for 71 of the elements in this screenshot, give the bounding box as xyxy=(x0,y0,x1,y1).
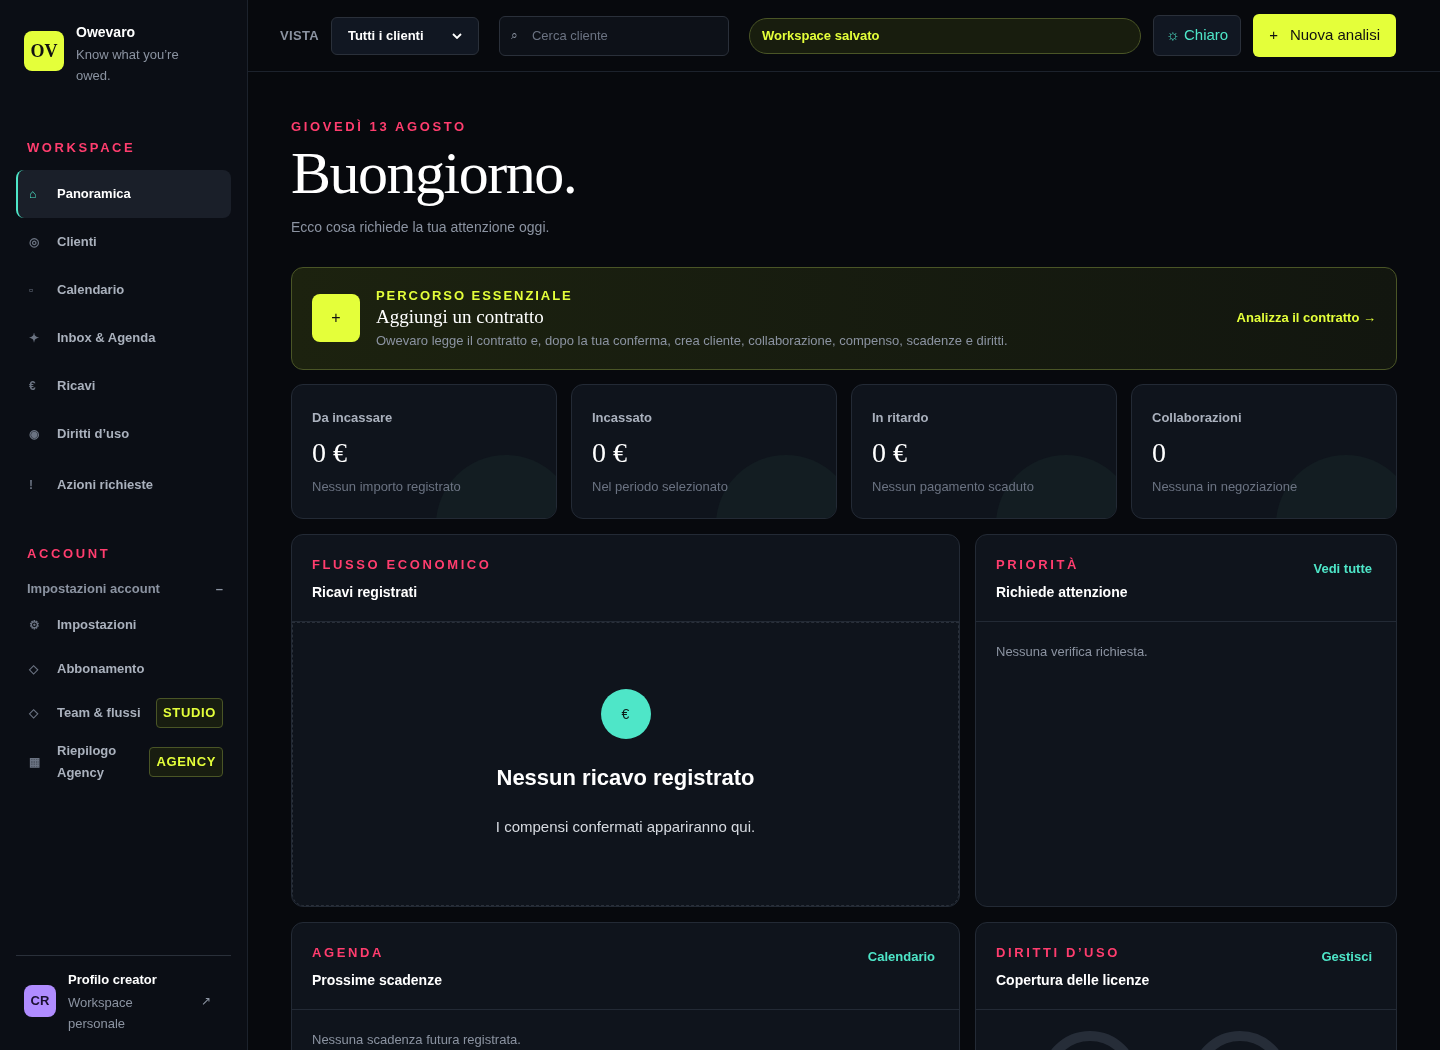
stat-note: Nessun pagamento scaduto xyxy=(872,478,1035,496)
plan-badge: AGENCY xyxy=(149,747,223,777)
logo-icon: OV xyxy=(24,31,64,71)
new-analysis-button[interactable]: + Nuova analisi xyxy=(1253,14,1396,57)
analyze-contract-link[interactable]: Analizza il contratto → xyxy=(1236,308,1376,328)
sidebar-item[interactable]: ◉ Diritti d’uso xyxy=(16,409,231,458)
sidebar-item[interactable]: ✦ Inbox & Agenda xyxy=(16,313,231,362)
euro-icon: € xyxy=(600,688,651,739)
panel-title: Copertura delle licenze xyxy=(996,971,1150,990)
stat-label: Collaborazioni xyxy=(1152,408,1243,427)
panel-eyebrow: PRIORITÀ xyxy=(996,555,1080,574)
sidebar-item[interactable]: ▫ Calendario xyxy=(16,265,231,314)
date-label: GIOVEDÌ 13 AGOSTO xyxy=(291,118,468,136)
sidebar-item[interactable]: ⚙ Impostazioni xyxy=(16,603,231,647)
panel-link[interactable]: Calendario xyxy=(867,946,935,967)
empty-message: Nessuna verifica richiesta. xyxy=(996,642,1149,661)
stat-value: 0 € xyxy=(872,436,908,470)
view-select[interactable]: Tutti i clienti xyxy=(330,16,479,55)
stat-value: 0 € xyxy=(592,436,628,470)
group-toggle[interactable]: Impostazioni account – xyxy=(16,575,231,603)
panel-title: Prossime scadenze xyxy=(312,971,442,990)
theme-button[interactable]: ☼ Chiaro xyxy=(1153,15,1242,56)
onboarding-eyebrow: PERCORSO ESSENZIALE xyxy=(376,286,574,305)
panel-eyebrow: FLUSSO ECONOMICO xyxy=(312,555,492,574)
empty-message: Nessuna scadenza futura registrata. xyxy=(312,1030,522,1049)
status-pill: Workspace salvato xyxy=(748,17,1142,54)
panel-eyebrow: DIRITTI D’USO xyxy=(996,943,1122,962)
external-link-icon: ↗ xyxy=(201,993,211,1009)
sidebar-item[interactable]: ! Azioni richieste xyxy=(16,457,231,512)
group-label: Impostazioni account xyxy=(27,580,160,599)
sidebar-item[interactable]: ◎ Clienti xyxy=(16,217,231,266)
brand-name: Owevaro xyxy=(76,23,137,42)
search-icon: ⌕ xyxy=(510,26,518,43)
stat-note: Nessun importo registrato xyxy=(312,478,462,496)
stat-value: 0 € xyxy=(312,436,348,470)
stat-label: Da incassare xyxy=(312,408,394,427)
section-heading: WORKSPACE xyxy=(26,139,137,157)
greeting-title: Buongiorno. xyxy=(291,140,578,205)
empty-state-title: Nessun ricavo registrato xyxy=(496,763,755,792)
panel-title: Ricavi registrati xyxy=(312,583,419,602)
sidebar-item[interactable]: ▦ Riepilogo Agency AGENCY xyxy=(16,735,231,789)
stat-value: 0 xyxy=(1152,436,1167,470)
stat-note: Nessuna in negoziazione xyxy=(1152,478,1299,496)
onboarding-title: Aggiungi un contratto xyxy=(376,305,545,329)
chevron-down-icon xyxy=(451,32,462,39)
profile-button[interactable]: CR Profilo creator Workspace personale ↗ xyxy=(16,955,231,1034)
stat-label: In ritardo xyxy=(872,408,930,427)
plan-badge: STUDIO xyxy=(156,698,223,728)
stat-note: Nel periodo selezionato xyxy=(592,478,729,496)
brand-tagline: Know what you’re owed. xyxy=(76,46,180,85)
view-label: VISTA xyxy=(280,26,319,45)
profile-name: Profilo creator xyxy=(68,971,158,989)
sun-icon: ☼ xyxy=(1166,24,1180,47)
profile-subtitle: Workspace personale xyxy=(68,994,134,1033)
avatar-icon: CR xyxy=(24,985,56,1017)
sidebar-item[interactable]: ◇ Abbonamento xyxy=(16,647,231,691)
panel-title: Richiede attenzione xyxy=(996,583,1128,602)
plus-icon: + xyxy=(312,294,360,342)
panel-eyebrow: AGENDA xyxy=(312,943,385,962)
collapse-icon: – xyxy=(215,579,223,599)
section-heading: ACCOUNT xyxy=(26,544,112,563)
stat-label: Incassato xyxy=(592,408,653,427)
onboarding-text: Owevaro legge il contratto e, dopo la tua conferma, crea cliente, collaborazione, compenso, scadenze e diritti. xyxy=(376,332,1009,350)
greeting-subtitle: Ecco cosa richiede la tua attenzione oggi. xyxy=(291,217,551,237)
sidebar-item[interactable]: ◇ Team & flussi STUDIO xyxy=(16,691,231,735)
panel-link[interactable]: Gestisci xyxy=(1321,946,1372,967)
panel-link[interactable]: Vedi tutte xyxy=(1313,558,1372,579)
sidebar-item[interactable]: ⌂ Panoramica xyxy=(16,169,231,218)
plus-icon: + xyxy=(1269,24,1278,47)
sidebar-item[interactable]: € Ricavi xyxy=(16,361,231,410)
empty-state-text: I compensi confermati appariranno qui. xyxy=(495,816,756,837)
